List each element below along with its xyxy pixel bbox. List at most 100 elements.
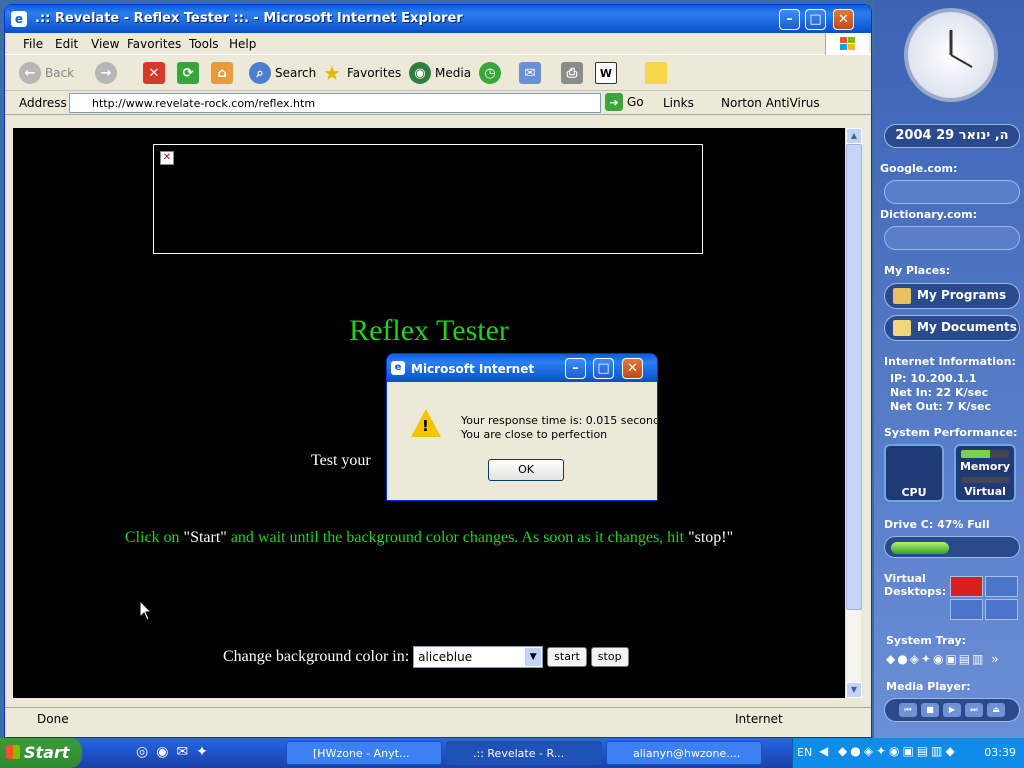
menu-edit[interactable]: Edit <box>55 37 78 51</box>
taskbar-item-hwzone-label: [HWzone - Anyt... <box>313 747 410 760</box>
start-button[interactable]: Start <box>0 738 82 768</box>
instruction-part-c: and wait until the background color chan… <box>226 529 689 546</box>
language-indicator[interactable]: EN <box>797 746 812 759</box>
analog-clock-icon <box>904 8 998 102</box>
discuss-button[interactable] <box>645 61 667 85</box>
taskbar-item-email[interactable]: alianyn@hwzone.... <box>606 741 762 765</box>
my-documents-button[interactable]: My Documents <box>884 315 1020 341</box>
stop-icon[interactable]: ■ <box>921 703 939 717</box>
drive-usage-bar <box>884 536 1020 558</box>
media-button[interactable]: ◉ Media <box>409 61 471 85</box>
desktop-sidebar: ה, ינואר 29 2004 Google.com: Dictionary.… <box>874 0 1024 738</box>
taskbar-item-revelate[interactable]: .:: Revelate - R... <box>446 741 602 765</box>
quick-launch: ◎ ◉ ✉ ✦ <box>136 744 208 760</box>
my-programs-button[interactable]: My Programs <box>884 283 1020 309</box>
menu-favorites[interactable]: Favorites <box>127 37 181 51</box>
close-button[interactable]: ✕ <box>833 9 854 30</box>
play-icon[interactable]: ▶ <box>943 703 961 717</box>
media-globe-icon: ◉ <box>409 62 431 84</box>
dialog-close-button[interactable]: ✕ <box>622 358 643 379</box>
quick-launch-browser-icon[interactable]: ◉ <box>156 744 168 760</box>
instruction-stop-word: "stop!" <box>688 529 734 546</box>
links-button[interactable]: Links <box>663 96 694 110</box>
vertical-scrollbar[interactable]: ▲ ▼ <box>845 128 862 698</box>
my-places-label: My Places: <box>884 264 951 277</box>
memory-meter[interactable]: Memory Virtual <box>954 444 1016 502</box>
menu-help[interactable]: Help <box>229 37 256 51</box>
virtual-desktop-2[interactable] <box>985 576 1018 597</box>
quick-launch-tools-icon[interactable]: ✦ <box>196 744 208 760</box>
ie-logo-icon: e <box>11 11 27 27</box>
google-label: Google.com: <box>880 162 958 175</box>
mail-button[interactable]: ✉ <box>519 61 541 85</box>
cpu-meter[interactable]: CPU <box>884 444 944 502</box>
warning-exclamation: ! <box>422 417 429 435</box>
history-icon: ◷ <box>479 62 501 84</box>
menu-view[interactable]: View <box>91 37 119 51</box>
google-search-input[interactable] <box>884 180 1020 204</box>
media-label: Media <box>435 66 472 80</box>
eject-icon[interactable]: ⏏ <box>987 703 1005 717</box>
virtual-desktops-label-1: Virtual <box>884 572 926 585</box>
broken-image-icon: ✕ <box>160 151 174 165</box>
memory-label: Memory <box>959 460 1011 473</box>
go-button[interactable]: ➜ Go <box>605 93 644 111</box>
instruction-text: Click on "Start" and wait until the back… <box>13 529 845 547</box>
start-label: Start <box>24 743 70 762</box>
sidebar-tray-icons[interactable]: ◆●◈✦◉▣▤▥ » <box>886 652 1001 666</box>
maximize-button[interactable]: □ <box>805 9 826 30</box>
address-input[interactable]: http://www.revelate-rock.com/reflex.htm <box>69 93 601 113</box>
stop-button[interactable]: stop <box>590 647 629 667</box>
status-text: Done <box>37 712 69 726</box>
taskbar: Start ◎ ◉ ✉ ✦ [HWzone - Anyt... .:: Reve… <box>0 738 1024 768</box>
chevron-down-icon: ▼ <box>525 648 542 666</box>
my-programs-label: My Programs <box>917 288 1007 302</box>
forward-button[interactable]: → <box>95 61 117 85</box>
cpu-label: CPU <box>901 486 927 499</box>
title-bar[interactable]: e .:: Revelate - Reflex Tester ::. - Mic… <box>5 5 871 33</box>
dialog-message-line2: You are close to perfection <box>461 428 608 441</box>
history-button[interactable]: ◷ <box>479 61 501 85</box>
scroll-thumb[interactable] <box>846 144 862 610</box>
refresh-button[interactable]: ⟳ <box>177 61 199 85</box>
taskbar-item-revelate-label: .:: Revelate - R... <box>473 747 565 760</box>
color-select[interactable]: aliceblue ▼ <box>413 646 544 668</box>
dialog-maximize-button[interactable]: □ <box>593 358 614 379</box>
net-in-text: Net In: 22 K/sec <box>890 386 989 399</box>
menu-file[interactable]: File <box>23 37 43 51</box>
virtual-desktop-3[interactable] <box>950 599 983 620</box>
dialog-ie-icon: e <box>391 361 405 375</box>
home-button[interactable]: ⌂ <box>211 61 233 85</box>
scroll-up-icon[interactable]: ▲ <box>846 128 862 144</box>
print-button[interactable]: ⎙ <box>561 61 583 85</box>
search-button[interactable]: ⌕ Search <box>249 61 316 85</box>
tray-icons[interactable]: ◀ ◆●◈✦◉▣▤▥◆ <box>819 744 958 758</box>
dictionary-search-input[interactable] <box>884 226 1020 250</box>
next-icon[interactable]: ⏭ <box>965 703 983 717</box>
prev-icon[interactable]: ⏮ <box>899 703 917 717</box>
quick-launch-mail-icon[interactable]: ✉ <box>176 744 188 760</box>
back-button[interactable]: ← Back <box>19 61 74 85</box>
dialog-minimize-button[interactable]: – <box>565 358 586 379</box>
start-button[interactable]: start <box>547 647 587 667</box>
mail-icon: ✉ <box>519 62 541 84</box>
instruction-start-word: "Start" <box>183 529 227 546</box>
edit-button[interactable]: W <box>595 61 617 85</box>
alert-dialog: e Microsoft Internet – □ ✕ ! Your respon… <box>386 353 658 501</box>
quick-launch-ie-icon[interactable]: ◎ <box>136 744 148 760</box>
norton-antivirus-button[interactable]: Norton AntiVirus <box>721 96 820 110</box>
dialog-message: Your response time is: 0.015 seconds You… <box>461 414 658 442</box>
taskbar-item-hwzone[interactable]: [HWzone - Anyt... <box>286 741 442 765</box>
favorites-button[interactable]: ★ Favorites <box>321 61 401 85</box>
minimize-button[interactable]: – <box>779 9 800 30</box>
stop-load-button[interactable]: ✕ <box>143 61 165 85</box>
dialog-message-line1: Your response time is: 0.015 seconds <box>461 414 658 427</box>
virtual-desktop-1[interactable] <box>950 576 983 597</box>
ok-button[interactable]: OK <box>488 459 564 481</box>
virtual-desktop-4[interactable] <box>985 599 1018 620</box>
bg-color-row: Change background color in: aliceblue ▼ … <box>223 646 629 668</box>
menu-tools[interactable]: Tools <box>189 37 219 51</box>
dialog-title-bar[interactable]: e Microsoft Internet – □ ✕ <box>387 354 657 382</box>
scroll-down-icon[interactable]: ▼ <box>846 682 862 698</box>
status-zone: Internet <box>735 712 783 726</box>
